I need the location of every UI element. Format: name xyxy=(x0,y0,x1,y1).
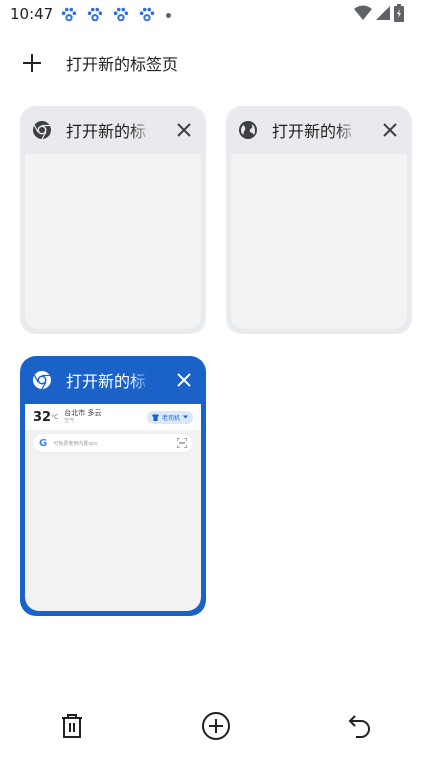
tab-title: 打开新的标 xyxy=(66,372,147,391)
tab-thumbnail: 32 °C 台北市 多云 空气 老司机 G 可免费使用内置vpn xyxy=(25,404,201,611)
account-label: 老司机 xyxy=(161,414,180,422)
close-tab-icon[interactable] xyxy=(380,120,400,140)
status-time: 10:47 xyxy=(10,5,54,23)
tab-thumbnail xyxy=(231,154,407,329)
tab-card-header: 打开新的标 xyxy=(20,106,206,154)
battery-icon xyxy=(394,4,404,22)
status-bar: 10:47 xyxy=(0,0,432,30)
tab-card-header: 打开新的标 xyxy=(226,106,412,154)
search-placeholder: 可免费使用内置vpn xyxy=(53,440,98,447)
weather-condition: 多云 xyxy=(87,409,102,417)
delete-all-icon xyxy=(62,714,82,738)
plus-icon xyxy=(23,54,41,72)
weather-degree-unit: °C xyxy=(51,413,59,421)
tab-card[interactable]: 打开新的标 xyxy=(226,106,412,334)
baidu-paw-icon xyxy=(61,7,77,22)
baidu-paw-icon xyxy=(113,7,129,22)
more-notifications-dot-icon xyxy=(166,12,171,18)
close-tab-icon[interactable] xyxy=(174,370,194,390)
thumbnail-search-box: G 可免费使用内置vpn xyxy=(33,434,193,452)
close-tab-icon[interactable] xyxy=(174,120,194,140)
open-new-tab-label: 打开新的标签页 xyxy=(66,55,179,74)
undo-icon xyxy=(348,715,370,738)
tab-title: 打开新的标 xyxy=(66,122,147,141)
weather-location: 台北市 多云 空气 xyxy=(64,409,101,425)
notification-icons xyxy=(60,6,171,24)
open-new-tab-row[interactable]: 打开新的标签页 xyxy=(20,48,178,78)
tab-card[interactable]: 打开新的标 xyxy=(20,106,206,334)
chevron-down-icon xyxy=(183,415,188,419)
close-all-tabs-button[interactable] xyxy=(56,710,88,742)
wifi-icon xyxy=(354,5,372,20)
undo-close-button[interactable] xyxy=(344,710,376,742)
tab-switcher-screen: 10:47 打开新的标签页 打开新的标 打开新的标 打开新的标 32 °C 台北… xyxy=(0,0,432,768)
tab-thumbnail xyxy=(25,154,201,329)
baidu-paw-icon xyxy=(139,7,155,22)
chrome-icon xyxy=(33,371,51,390)
shirt-icon xyxy=(151,413,159,421)
google-logo-icon: G xyxy=(39,437,48,449)
globe-icon xyxy=(239,121,257,139)
chrome-icon xyxy=(33,121,51,140)
add-tab-button[interactable] xyxy=(200,710,232,742)
add-tab-icon xyxy=(202,712,230,740)
system-status-icons xyxy=(354,4,404,22)
active-tab-card[interactable]: 打开新的标 32 °C 台北市 多云 空气 老司机 G 可免费使用内置vpn xyxy=(20,356,206,616)
thumbnail-weather-bar: 32 °C 台北市 多云 空气 老司机 xyxy=(25,404,201,430)
tab-card-header: 打开新的标 xyxy=(20,356,206,404)
account-pill: 老司机 xyxy=(146,410,193,424)
weather-city: 台北市 xyxy=(64,409,86,417)
weather-temperature: 32 xyxy=(33,409,52,425)
cell-signal-icon xyxy=(376,6,390,20)
weather-subtext: 空气 xyxy=(64,418,75,424)
tab-title: 打开新的标 xyxy=(272,122,353,141)
bottom-toolbar xyxy=(0,700,432,756)
baidu-paw-icon xyxy=(87,7,103,22)
scan-icon xyxy=(177,438,187,448)
